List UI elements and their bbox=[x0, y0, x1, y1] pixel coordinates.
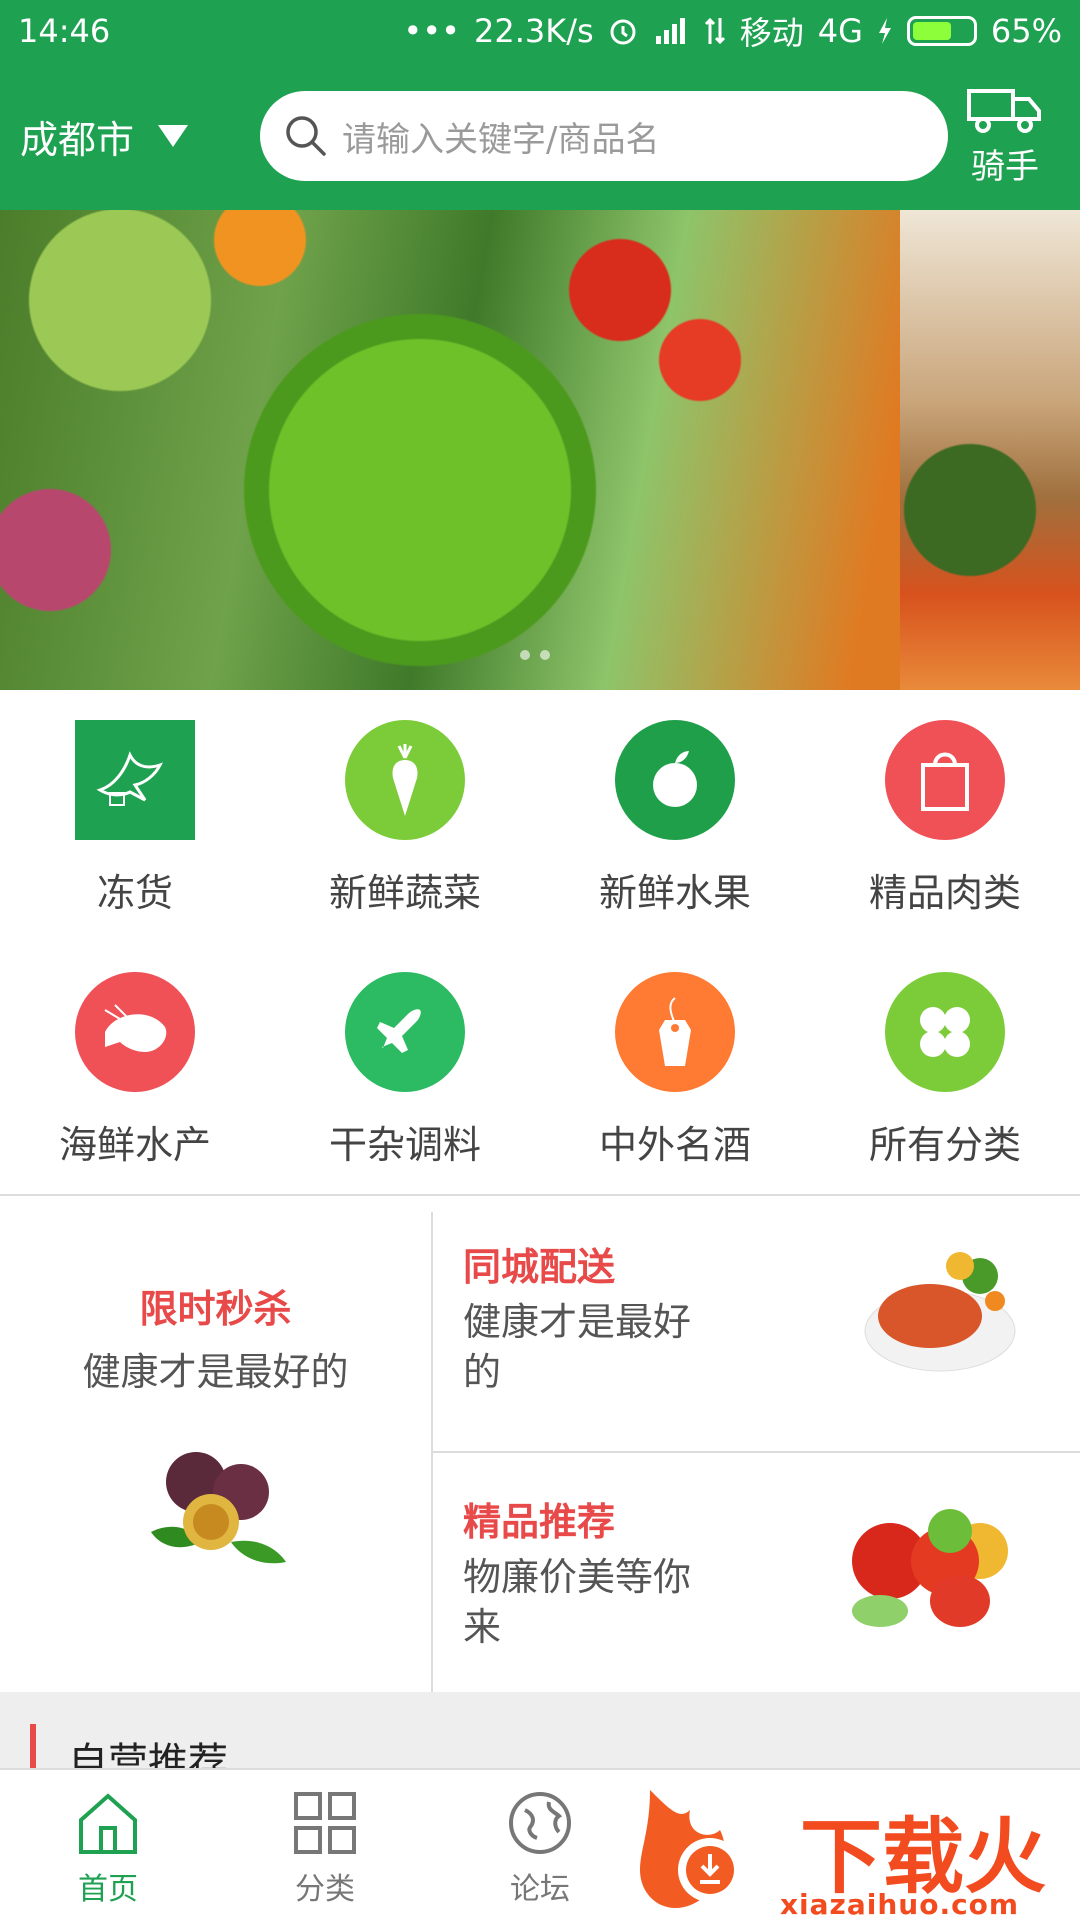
banner-dot bbox=[520, 650, 530, 660]
promo-recommend[interactable]: 精品推荐 物廉价美等你来 bbox=[433, 1451, 1080, 1691]
more-dots-icon: ••• bbox=[403, 12, 461, 50]
globe-icon bbox=[509, 1792, 571, 1854]
rider-button[interactable]: 骑手 bbox=[950, 85, 1060, 188]
category-item-fruits[interactable]: 新鲜水果 bbox=[540, 720, 810, 917]
category-item-meat[interactable]: 精品肉类 bbox=[810, 720, 1080, 917]
category-label: 精品肉类 bbox=[868, 871, 1021, 915]
network-type: 4G bbox=[817, 12, 863, 50]
promo-subtitle: 健康才是最好的 bbox=[463, 1300, 692, 1394]
category-item-liquor[interactable]: 中外名酒 bbox=[540, 972, 810, 1169]
status-right: ••• 22.3K/s 移动 4G 65% bbox=[403, 8, 1062, 54]
banner-image-next[interactable] bbox=[900, 210, 1080, 690]
crab-dish-image bbox=[864, 1252, 1016, 1372]
battery-icon bbox=[906, 16, 977, 46]
status-bar: 14:46 ••• 22.3K/s 移动 4G 65% bbox=[0, 0, 1080, 62]
category-label: 新鲜蔬菜 bbox=[328, 871, 481, 915]
status-time: 14:46 bbox=[18, 12, 111, 50]
promo-subtitle: 健康才是最好的 bbox=[82, 1350, 349, 1394]
category-item-all[interactable]: 所有分类 bbox=[810, 972, 1080, 1169]
delivery-truck-icon bbox=[967, 88, 1041, 133]
airplane-icon bbox=[345, 972, 465, 1092]
shopping-bag-icon bbox=[885, 720, 1005, 840]
banner-indicator bbox=[520, 650, 550, 660]
category-item-vegetables[interactable]: 新鲜蔬菜 bbox=[270, 720, 540, 917]
promo-title: 精品推荐 bbox=[463, 1500, 616, 1544]
battery-percent: 65% bbox=[990, 12, 1062, 50]
banner-image-vegetables[interactable] bbox=[0, 210, 900, 690]
category-item-frozen[interactable]: 冻货 bbox=[0, 720, 270, 917]
carrier-name: 移动 bbox=[739, 14, 804, 52]
promo-section: 限时秒杀 健康才是最好的 同城配送 健康才是最好的 精品推荐 物廉价美等你来 bbox=[0, 1196, 1080, 1692]
category-label: 冻货 bbox=[96, 871, 173, 915]
category-label: 干杂调料 bbox=[328, 1123, 481, 1167]
promo-subtitle: 物廉价美等你来 bbox=[463, 1555, 692, 1649]
signal-icon bbox=[652, 16, 690, 46]
promo-flash-sale[interactable]: 限时秒杀 健康才是最好的 bbox=[0, 1196, 431, 1692]
home-icon bbox=[79, 1793, 137, 1854]
search-placeholder: 请输入关键字/商品名 bbox=[342, 119, 660, 160]
city-name: 成都市 bbox=[20, 117, 135, 162]
price-tag-icon bbox=[615, 972, 735, 1092]
nav-home[interactable]: 首页 bbox=[28, 1788, 188, 1908]
category-label: 新鲜水果 bbox=[598, 871, 751, 915]
carrot-icon bbox=[345, 720, 465, 840]
section-header: 自营推荐 bbox=[0, 1692, 1080, 1786]
promo-title: 限时秒杀 bbox=[139, 1287, 292, 1331]
nav-forum[interactable]: 论坛 bbox=[460, 1788, 620, 1908]
search-bar[interactable]: 请输入关键字/商品名 bbox=[260, 91, 948, 181]
top-header: 成都市 请输入关键字/商品名 骑手 bbox=[0, 62, 1080, 210]
promo-title: 同城配送 bbox=[463, 1245, 616, 1289]
category-label: 中外名酒 bbox=[598, 1123, 751, 1167]
city-selector[interactable]: 成都市 bbox=[20, 109, 240, 164]
dropdown-arrow-icon bbox=[158, 125, 189, 147]
alarm-icon bbox=[608, 16, 638, 46]
banner-dot bbox=[540, 650, 550, 660]
network-speed: 22.3K/s bbox=[474, 12, 594, 50]
watermark-url: xiazaihuo.com bbox=[780, 1888, 1020, 1920]
nav-category[interactable]: 分类 bbox=[245, 1788, 405, 1908]
grid-icon bbox=[294, 1792, 356, 1854]
charging-icon bbox=[877, 16, 893, 46]
banner-carousel[interactable] bbox=[0, 210, 1080, 690]
category-label: 所有分类 bbox=[868, 1123, 1021, 1167]
category-grid: 冻货 新鲜蔬菜 新鲜水果 精品肉类 海鲜水产 干杂调料 中外名酒 所有分类 bbox=[0, 690, 1080, 1195]
shrimp-icon bbox=[75, 972, 195, 1092]
data-transfer-icon bbox=[704, 16, 726, 46]
category-label: 海鲜水产 bbox=[58, 1123, 211, 1167]
promo-local-delivery[interactable]: 同城配送 健康才是最好的 bbox=[433, 1196, 1080, 1436]
section-accent-bar bbox=[30, 1724, 36, 1772]
search-icon bbox=[286, 116, 326, 156]
vegetables-image bbox=[852, 1509, 1008, 1627]
passion-fruit-image bbox=[150, 1452, 286, 1564]
clover-icon bbox=[885, 972, 1005, 1092]
rider-label: 骑手 bbox=[971, 146, 1039, 187]
nav-label: 首页 bbox=[78, 1872, 138, 1907]
nav-label: 论坛 bbox=[510, 1872, 570, 1907]
nav-label: 分类 bbox=[295, 1872, 355, 1907]
category-item-seafood[interactable]: 海鲜水产 bbox=[0, 972, 270, 1169]
apple-icon bbox=[615, 720, 735, 840]
category-item-seasoning[interactable]: 干杂调料 bbox=[270, 972, 540, 1169]
app-screen: 14:46 ••• 22.3K/s 移动 4G 65% 成都市 请输入关键字/商… bbox=[0, 0, 1080, 1920]
dove-icon bbox=[75, 720, 195, 840]
